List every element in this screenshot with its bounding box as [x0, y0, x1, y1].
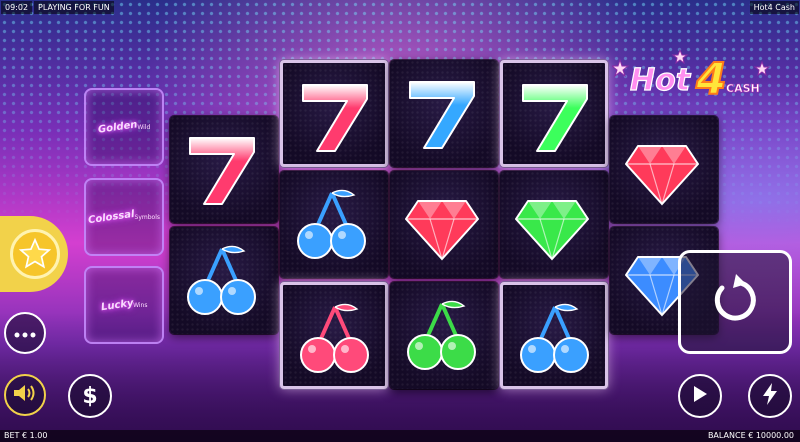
feature-panel-colossal: Colossal Symbols	[84, 178, 164, 256]
bottom-bar: BET € 1.00 BALANCE € 10000.00	[0, 430, 800, 442]
lightning-icon	[761, 382, 779, 410]
dollar-icon: $	[82, 383, 98, 409]
feature-panel-title: Colossal	[87, 208, 136, 226]
reel-cell	[610, 116, 718, 223]
game-logo: Hot 4 CASH	[610, 48, 772, 108]
feature-buy-button[interactable]	[0, 216, 68, 292]
play-icon	[691, 384, 709, 408]
game-stage: 09:02 PLAYING FOR FUN Hot4 Cash Hot 4 CA…	[0, 0, 800, 442]
spin-button[interactable]	[678, 250, 792, 354]
feature-panel-subtitle: Symbols	[134, 213, 161, 221]
logo-digit: 4	[695, 54, 727, 105]
autoplay-button[interactable]	[678, 374, 722, 418]
feature-panel-subtitle: Wild	[137, 123, 151, 131]
balance-value: € 10000.00	[748, 431, 794, 440]
reel-cell	[500, 282, 608, 389]
logo-word-cash: CASH	[726, 82, 760, 95]
speaker-icon	[12, 382, 38, 408]
reel-cell	[500, 60, 608, 167]
turbo-button[interactable]	[748, 374, 792, 418]
clock: 09:02	[1, 1, 33, 14]
game-name-label: Hot4 Cash	[749, 1, 799, 14]
bet-button[interactable]: $	[68, 374, 112, 418]
feature-panel-golden: Golden Wild	[84, 88, 164, 166]
reel-cell	[280, 282, 388, 389]
spin-icon	[706, 271, 764, 333]
feature-panel-title: Lucky	[99, 297, 134, 313]
reel-cell	[390, 282, 498, 389]
bet-value: € 1.00	[21, 431, 48, 440]
feature-panel-subtitle: Wins	[133, 301, 148, 309]
logo-word-hot: Hot	[630, 63, 692, 98]
menu-button[interactable]	[4, 312, 46, 354]
play-mode-label: PLAYING FOR FUN	[34, 1, 114, 14]
balance-display: BALANCE € 10000.00	[708, 430, 794, 442]
balance-label: BALANCE	[707, 431, 746, 440]
feature-panel-title: Golden	[97, 118, 138, 136]
reel-cell	[390, 171, 498, 278]
feature-panel-lucky: Lucky Wins	[84, 266, 164, 344]
reel-cell	[280, 60, 388, 167]
reel-cell	[170, 227, 278, 334]
reel-cell	[280, 171, 388, 278]
reel-grid	[170, 60, 725, 390]
bet-label: BET	[4, 431, 20, 440]
reel-cell	[500, 171, 608, 278]
top-bar: 09:02 PLAYING FOR FUN Hot4 Cash	[0, 0, 800, 15]
bet-display: BET € 1.00	[4, 430, 47, 442]
star-icon	[10, 229, 60, 279]
reel-cell	[390, 60, 498, 167]
reel-cell	[170, 116, 278, 223]
sound-button[interactable]	[4, 374, 46, 416]
more-icon	[13, 324, 37, 343]
